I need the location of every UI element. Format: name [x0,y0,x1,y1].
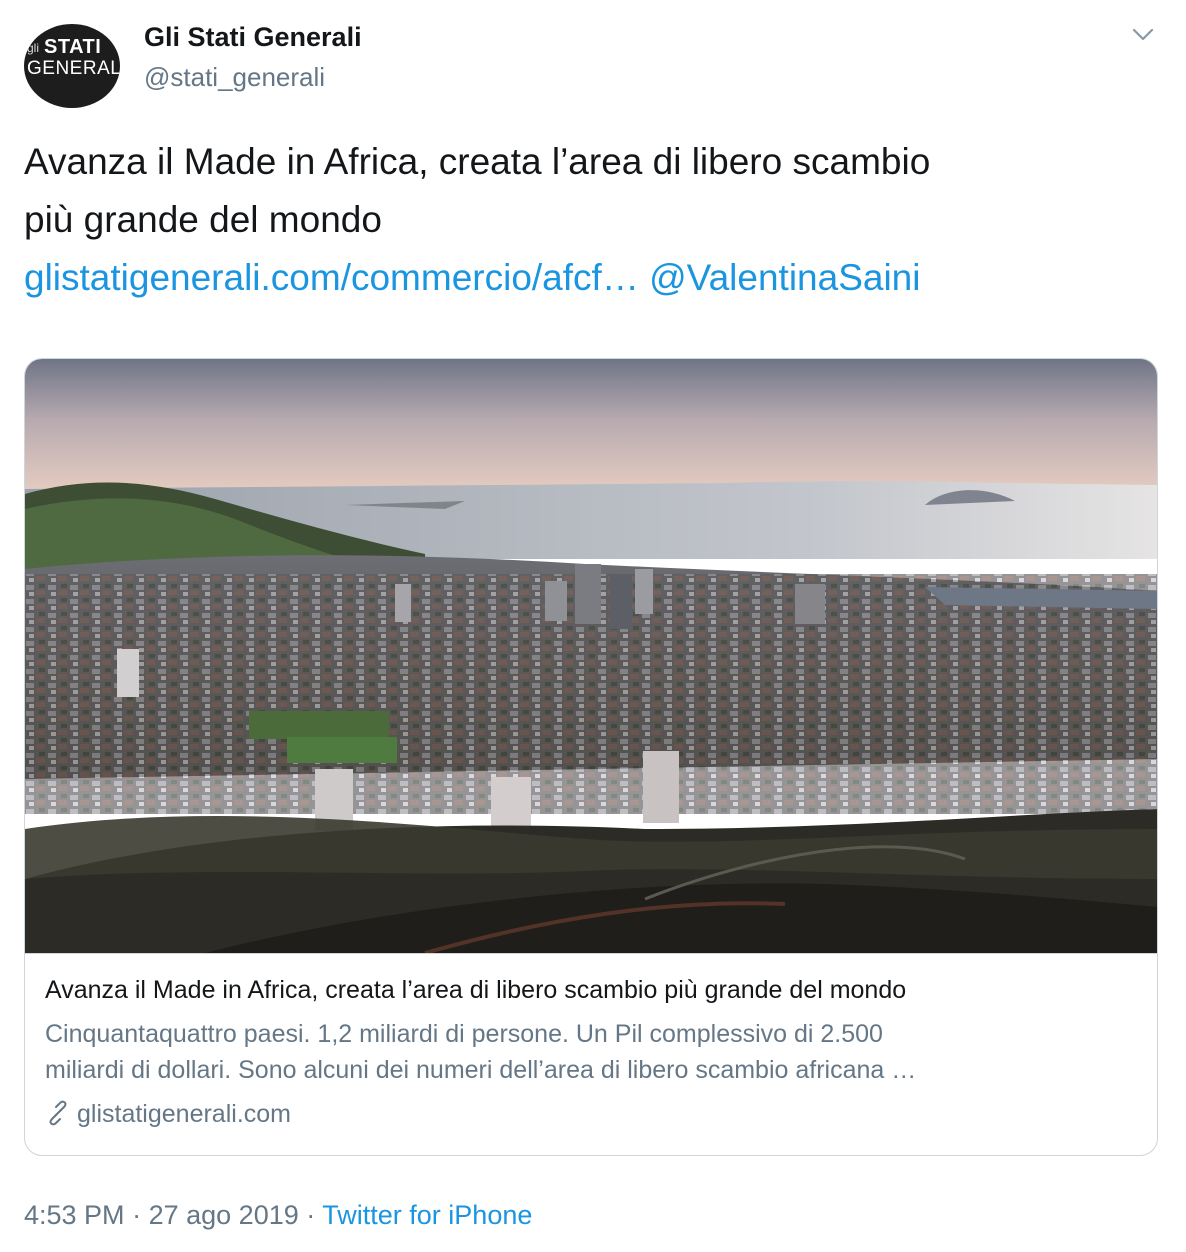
meta-separator: · [306,1200,316,1230]
card-image[interactable] [25,359,1158,953]
mention-link[interactable]: @ValentinaSaini [649,257,920,298]
tweet-date[interactable]: 27 ago 2019 [149,1200,299,1230]
tweet-time[interactable]: 4:53 PM [24,1200,125,1230]
avatar-text-line2: GENERALI [27,58,120,79]
tweet-text: Avanza il Made in Africa, creata l’area … [24,133,1154,307]
avatar-text-small: gli [27,41,40,55]
card-description-line: Cinquantaquattro paesi. 1,2 miliardi di … [45,1020,883,1048]
account-name[interactable]: Gli Stati Generali [144,22,362,53]
card-domain-text: glistatigenerali.com [77,1100,291,1128]
chevron-down-icon[interactable] [1126,20,1160,50]
tweet-source[interactable]: Twitter for iPhone [322,1200,532,1230]
tweet-text-line: Avanza il Made in Africa, creata l’area … [24,141,931,182]
avatar-text-line1: STATI [44,36,102,58]
card-title[interactable]: Avanza il Made in Africa, creata l’area … [45,976,906,1005]
link-icon [45,1100,71,1133]
link-card[interactable]: Avanza il Made in Africa, creata l’area … [24,358,1158,1156]
tweet-link[interactable]: glistatigenerali.com/commercio/afcf… [24,257,639,298]
tweet-text-line: più grande del mondo [24,199,382,240]
card-body[interactable]: Avanza il Made in Africa, creata l’area … [25,953,1157,1128]
account-handle[interactable]: @stati_generali [144,62,325,93]
card-domain[interactable]: glistatigenerali.com [45,1100,291,1133]
card-description: Cinquantaquattro paesi. 1,2 miliardi di … [45,1016,1125,1088]
meta-separator: · [132,1200,142,1230]
tweet-meta: 4:53 PM · 27 ago 2019 · Twitter for iPho… [24,1200,532,1231]
avatar[interactable]: gli STATI GENERALI [24,24,120,108]
card-description-line: miliardi di dollari. Sono alcuni dei num… [45,1056,917,1084]
